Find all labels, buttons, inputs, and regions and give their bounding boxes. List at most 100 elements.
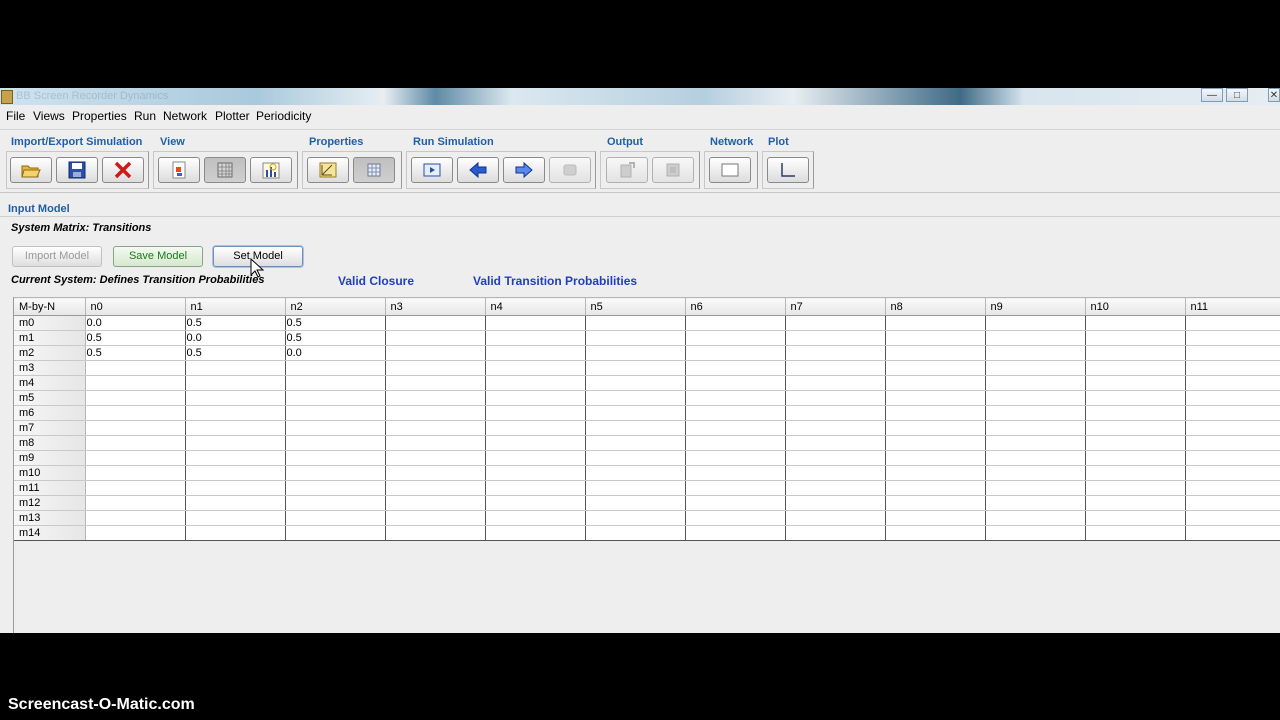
close-file-button[interactable] [102,157,144,183]
menu-plotter[interactable]: Plotter [215,109,250,123]
matrix-cell[interactable] [1185,375,1280,391]
matrix-cell[interactable] [1085,360,1186,376]
matrix-cell[interactable] [685,315,786,331]
matrix-cell[interactable] [485,390,586,406]
matrix-cell[interactable] [85,465,186,481]
matrix-cell[interactable] [485,405,586,421]
matrix-cell[interactable] [685,525,786,541]
matrix-cell[interactable] [985,405,1086,421]
matrix-cell[interactable] [985,495,1086,511]
matrix-cell[interactable] [185,495,286,511]
matrix-cell[interactable] [1185,420,1280,436]
matrix-cell[interactable] [485,480,586,496]
matrix-cell[interactable] [785,420,886,436]
matrix-cell[interactable] [585,510,686,526]
column-header-n5[interactable]: n5 [585,297,686,316]
stop-button[interactable] [549,157,591,183]
matrix-cell[interactable] [1185,345,1280,361]
save-model-button[interactable]: Save Model [113,246,203,267]
matrix-cell[interactable] [485,330,586,346]
matrix-cell[interactable] [885,345,986,361]
matrix-cell[interactable] [385,360,486,376]
matrix-cell[interactable] [485,450,586,466]
matrix-cell[interactable] [185,420,286,436]
matrix-cell[interactable] [585,390,686,406]
matrix-cell[interactable] [685,450,786,466]
save-button[interactable] [56,157,98,183]
matrix-cell[interactable] [385,465,486,481]
matrix-cell[interactable] [585,420,686,436]
close-window-button[interactable]: ✕ [1268,88,1280,102]
matrix-cell[interactable] [1185,390,1280,406]
matrix-cell[interactable] [85,525,186,541]
matrix-cell[interactable] [85,435,186,451]
matrix-cell[interactable] [1085,375,1186,391]
matrix-cell[interactable] [185,465,286,481]
matrix-cell[interactable] [585,435,686,451]
matrix-cell[interactable] [85,510,186,526]
network-button[interactable] [709,157,751,183]
matrix-cell[interactable] [785,390,886,406]
matrix-cell[interactable] [85,420,186,436]
matrix-cell[interactable] [385,480,486,496]
matrix-cell[interactable] [1085,465,1186,481]
matrix-cell[interactable] [285,450,386,466]
maximize-button[interactable]: □ [1226,88,1248,102]
matrix-cell[interactable] [485,420,586,436]
matrix-cell[interactable] [385,330,486,346]
matrix-cell[interactable] [685,405,786,421]
ruler-properties-button[interactable] [307,157,349,183]
column-header-n6[interactable]: n6 [685,297,786,316]
matrix-cell[interactable] [985,375,1086,391]
column-header-n7[interactable]: n7 [785,297,886,316]
table-properties-button[interactable] [353,157,395,183]
matrix-cell[interactable] [1185,435,1280,451]
matrix-cell[interactable] [785,405,886,421]
matrix-cell[interactable]: 0.5 [85,330,186,346]
matrix-cell[interactable] [485,465,586,481]
matrix-cell[interactable]: 0.5 [185,345,286,361]
matrix-cell[interactable] [285,495,386,511]
matrix-cell[interactable] [685,360,786,376]
matrix-cell[interactable] [1185,480,1280,496]
matrix-cell[interactable] [885,405,986,421]
forward-button[interactable] [503,157,545,183]
matrix-cell[interactable] [285,465,386,481]
matrix-cell[interactable] [785,480,886,496]
matrix-cell[interactable] [585,345,686,361]
matrix-cell[interactable] [885,450,986,466]
column-header-n3[interactable]: n3 [385,297,486,316]
column-header-n4[interactable]: n4 [485,297,586,316]
matrix-cell[interactable] [685,435,786,451]
matrix-cell[interactable] [985,390,1086,406]
matrix-cell[interactable] [185,510,286,526]
matrix-cell[interactable] [685,480,786,496]
matrix-cell[interactable] [185,435,286,451]
matrix-cell[interactable] [785,375,886,391]
matrix-cell[interactable]: 0.5 [185,315,286,331]
column-header-n0[interactable]: n0 [85,297,186,316]
matrix-cell[interactable] [1185,360,1280,376]
matrix-cell[interactable] [1085,480,1186,496]
matrix-cell[interactable] [385,435,486,451]
matrix-cell[interactable] [485,435,586,451]
matrix-cell[interactable] [885,360,986,376]
column-header-n11[interactable]: n11 [1185,297,1280,316]
column-header-n2[interactable]: n2 [285,297,386,316]
matrix-cell[interactable] [385,510,486,526]
matrix-cell[interactable] [685,495,786,511]
matrix-cell[interactable] [385,495,486,511]
menu-network[interactable]: Network [163,109,207,123]
matrix-cell[interactable] [85,390,186,406]
grid-view-button[interactable] [204,157,246,183]
matrix-cell[interactable] [685,465,786,481]
matrix-cell[interactable] [785,495,886,511]
matrix-cell[interactable] [885,315,986,331]
matrix-cell[interactable] [885,390,986,406]
matrix-cell[interactable] [1085,420,1186,436]
column-header-n8[interactable]: n8 [885,297,986,316]
matrix-cell[interactable] [885,495,986,511]
matrix-cell[interactable] [785,435,886,451]
matrix-cell[interactable] [685,330,786,346]
matrix-cell[interactable] [185,525,286,541]
